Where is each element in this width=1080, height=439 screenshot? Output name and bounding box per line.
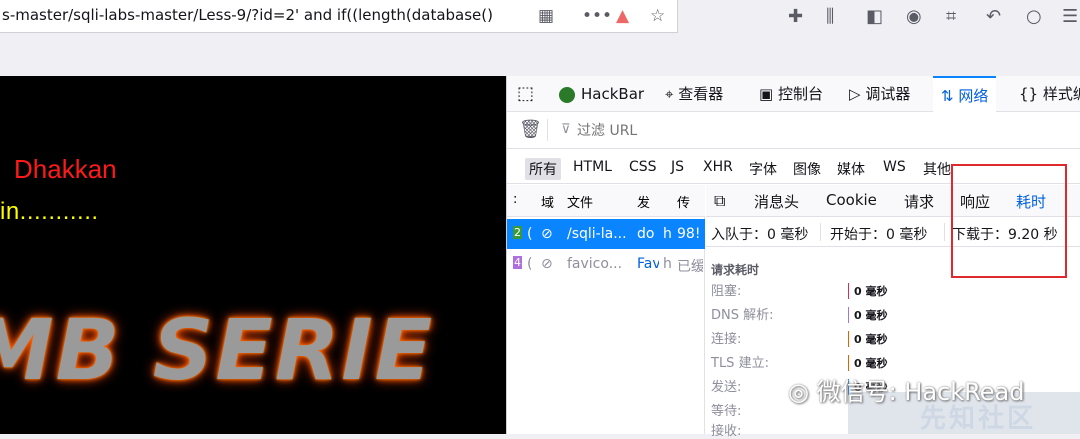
picker-icon[interactable]: ⬚ <box>517 76 534 112</box>
filter-all[interactable]: 所有 <box>525 158 561 180</box>
tab-style-editor[interactable]: {} 样式编 <box>1019 76 1080 112</box>
insecure-lock-icon: ⊘ <box>541 226 553 242</box>
wechat-watermark: ◎ 微信号: HackRead <box>788 378 1025 406</box>
devtools-tabs: ⬚ HackBar ⌖ 查看器 ▣ 控制台 ▷ 调试器 ⇅ 网络 {} 样式编 <box>507 76 1080 112</box>
wechat-icon: ◎ <box>788 378 817 406</box>
console-icon: ▣ <box>759 85 778 103</box>
timing-value-tls: 0 毫秒 <box>848 355 887 371</box>
tab-debugger[interactable]: ▷ 调试器 <box>849 76 910 112</box>
divider <box>820 223 821 241</box>
style-editor-icon: {} <box>1019 85 1043 103</box>
file-col-header[interactable]: 文件 <box>567 192 593 211</box>
filter-url-input[interactable] <box>577 120 877 142</box>
initiator-col-header[interactable]: 发 <box>637 192 650 211</box>
trash-icon[interactable]: 🗑 <box>519 119 542 140</box>
timing-value-blocked: 0 毫秒 <box>848 283 887 299</box>
network-toolbar: 🗑 ⊽ <box>507 113 1080 149</box>
file-cell: favico... <box>567 256 623 272</box>
crop-icon[interactable]: ⌗ <box>946 6 956 27</box>
tab-hackbar[interactable]: HackBar <box>559 76 644 112</box>
divider <box>547 119 548 141</box>
extensions-icon[interactable]: ✚ <box>788 6 803 27</box>
timing-label-tls: TLS 建立: <box>711 356 769 371</box>
initiator-cell: do <box>637 226 655 242</box>
table-row[interactable]: 4 ( ⊘ favico... Fav h 已缓 <box>507 249 705 279</box>
filter-images[interactable]: 图像 <box>789 158 825 180</box>
insecure-lock-icon: ⊘ <box>541 256 553 272</box>
queued-time: 入队于：0 毫秒 <box>711 227 809 243</box>
file-cell: /sqli-la... <box>567 226 627 242</box>
timing-label-wait: 等待: <box>711 404 742 419</box>
domain-cell: ( <box>527 226 533 242</box>
tab-request[interactable]: 请求 <box>904 191 934 212</box>
filter-fonts[interactable]: 字体 <box>745 158 781 180</box>
filter-other[interactable]: 其他 <box>919 158 955 180</box>
request-list-header: : 域 文件 发 传 <box>507 185 705 217</box>
status-badge: 2 <box>513 226 522 239</box>
size-col-header[interactable]: 传 <box>677 192 690 211</box>
browser-toolbar: s-master/sqli-labs-master/Less-9/?id=2' … <box>0 0 1080 76</box>
filter-xhr[interactable]: XHR <box>699 158 737 176</box>
status-badge: 4 <box>513 256 522 269</box>
series-banner-image: MB SERIE <box>0 301 435 399</box>
hackbar-icon <box>559 86 575 103</box>
more-actions-icon[interactable]: ••• <box>582 6 612 26</box>
toggle-panel-icon[interactable]: ⧉ <box>714 191 725 211</box>
network-icon: ⇅ <box>941 87 959 105</box>
size-cell: 已缓 <box>677 259 703 275</box>
timing-label-dns: DNS 解析: <box>711 308 774 323</box>
timing-label-send: 发送: <box>711 380 742 395</box>
type-cell: h <box>663 256 672 272</box>
welcome-text: in........... <box>0 198 99 225</box>
tab-console[interactable]: ▣ 控制台 <box>759 76 823 112</box>
bookmark-star-icon[interactable]: ☆ <box>650 6 665 26</box>
filter-media[interactable]: 媒体 <box>833 158 869 180</box>
url-text[interactable]: s-master/sqli-labs-master/Less-9/?id=2' … <box>2 6 530 24</box>
dhakkan-heading: Dhakkan <box>14 154 117 184</box>
url-bar[interactable]: s-master/sqli-labs-master/Less-9/?id=2' … <box>0 0 678 33</box>
type-cell: h <box>663 226 672 242</box>
timing-label-blocked: 阻塞: <box>711 284 742 299</box>
initiator-cell: Fav <box>637 256 659 272</box>
filter-js[interactable]: JS <box>667 158 688 176</box>
menu-icon[interactable]: ☰ <box>1062 6 1078 27</box>
sidebar-icon[interactable]: ◧ <box>866 6 883 27</box>
filter-html[interactable]: HTML <box>569 158 616 176</box>
tab-network[interactable]: ⇅ 网络 <box>933 76 997 112</box>
account-icon[interactable]: ◉ <box>906 6 922 27</box>
domain-cell: ( <box>527 256 533 272</box>
timing-label-connect: 连接: <box>711 332 742 347</box>
status-col-header[interactable]: : <box>513 192 517 207</box>
table-row[interactable]: 2 ( ⊘ /sqli-la... do h 98! <box>507 219 705 249</box>
divider <box>944 223 945 241</box>
filter-css[interactable]: CSS <box>625 158 661 176</box>
filter-icon: ⊽ <box>561 122 571 137</box>
filter-ws[interactable]: WS <box>879 158 910 176</box>
timing-label-receive: 接收: <box>711 424 742 439</box>
started-time: 开始于：0 毫秒 <box>830 227 928 243</box>
domain-col-header[interactable]: 域 <box>541 192 554 211</box>
library-icon[interactable]: ⫼ <box>826 6 834 27</box>
circle-icon[interactable]: ○ <box>1026 6 1042 27</box>
highlight-box <box>951 164 1067 278</box>
tab-cookies[interactable]: Cookie <box>826 191 877 209</box>
extension-triangle-icon[interactable]: ▲ <box>616 6 629 26</box>
timing-value-dns: 0 毫秒 <box>848 307 887 323</box>
tab-headers[interactable]: 消息头 <box>754 191 799 212</box>
qr-code-icon[interactable]: ▦ <box>538 6 554 26</box>
web-page: Dhakkan in........... MB SERIE <box>0 76 506 434</box>
request-list: : 域 文件 发 传 2 ( ⊘ /sqli-la... do h 98! 4 … <box>507 185 705 434</box>
debugger-icon: ▷ <box>849 85 866 103</box>
inspector-icon: ⌖ <box>665 85 679 103</box>
timing-value-connect: 0 毫秒 <box>848 331 887 347</box>
tab-inspector[interactable]: ⌖ 查看器 <box>665 76 723 112</box>
request-timing-title: 请求耗时 <box>711 263 760 277</box>
size-cell: 98! <box>677 226 701 242</box>
undo-icon[interactable]: ↶ <box>986 6 1001 27</box>
